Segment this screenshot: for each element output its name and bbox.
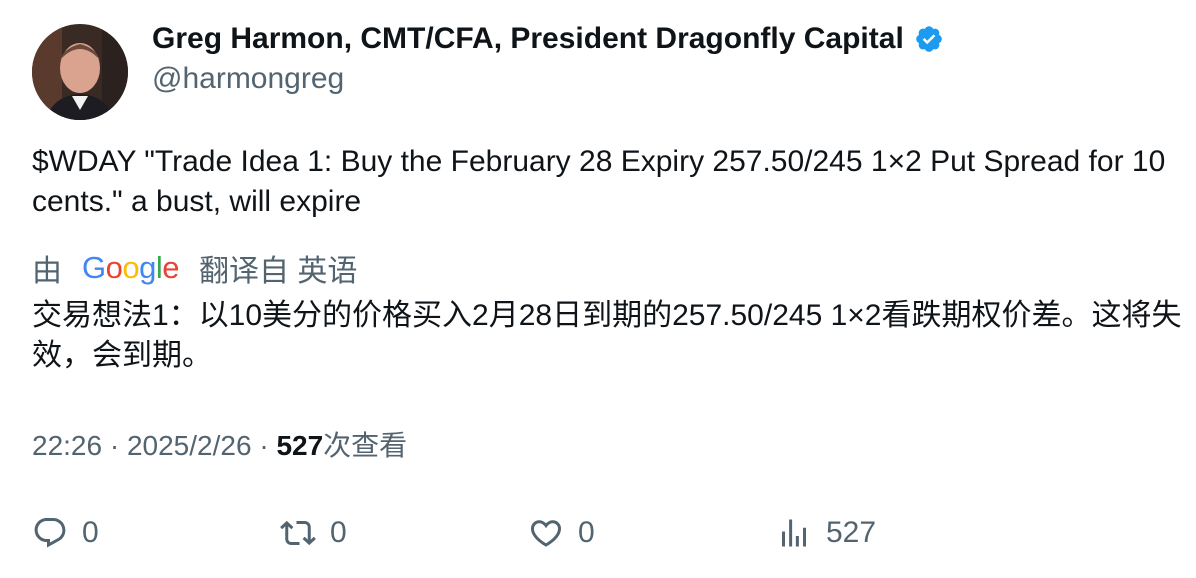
tweet-date[interactable]: 2025/2/26 xyxy=(127,430,252,461)
author-name-text[interactable]: Greg Harmon, CMT/CFA, President Dragonfl… xyxy=(152,22,904,56)
author-handle[interactable]: @harmongreg xyxy=(152,62,344,96)
tweet-card: Greg Harmon, CMT/CFA, President Dragonfl… xyxy=(0,0,1196,578)
views-label: 次查看 xyxy=(323,430,408,461)
google-logo: Google xyxy=(82,250,180,285)
views-count: 527 xyxy=(276,430,324,461)
views-action-count: 527 xyxy=(826,516,877,549)
meta-separator: · xyxy=(259,430,269,461)
tweet-meta: 22:26 · 2025/2/26 · 527次查看 xyxy=(32,424,407,464)
meta-separator: · xyxy=(109,430,120,461)
reply-icon xyxy=(34,518,66,548)
tweet-text: $WDAY "Trade Idea 1: Buy the February 28… xyxy=(32,145,1166,218)
like-button[interactable]: 0 xyxy=(528,505,595,561)
action-bar: 0 0 0 527 xyxy=(0,505,1196,561)
author-name[interactable]: Greg Harmon, CMT/CFA, President Dragonfl… xyxy=(152,22,944,56)
reply-count: 0 xyxy=(82,516,99,549)
verified-badge-icon xyxy=(914,24,944,54)
like-count: 0 xyxy=(578,516,595,549)
retweet-button[interactable]: 0 xyxy=(280,505,347,561)
translated-text: 交易想法1：以10美分的价格买入2月28日到期的257.50/245 1×2看跌… xyxy=(32,299,1182,372)
views-button[interactable]: 527 xyxy=(776,505,876,561)
analytics-icon xyxy=(782,519,806,547)
reply-button[interactable]: 0 xyxy=(32,505,99,561)
tweet-time[interactable]: 22:26 xyxy=(32,430,102,461)
heart-icon xyxy=(530,520,562,547)
avatar[interactable] xyxy=(32,24,128,120)
translation-attribution[interactable]: 由 Google 翻译自 英语 xyxy=(32,246,357,290)
translation-prefix: 由 xyxy=(32,255,62,288)
retweet-count: 0 xyxy=(330,516,347,549)
retweet-icon xyxy=(280,520,316,546)
translation-suffix: 翻译自 英语 xyxy=(199,255,358,288)
